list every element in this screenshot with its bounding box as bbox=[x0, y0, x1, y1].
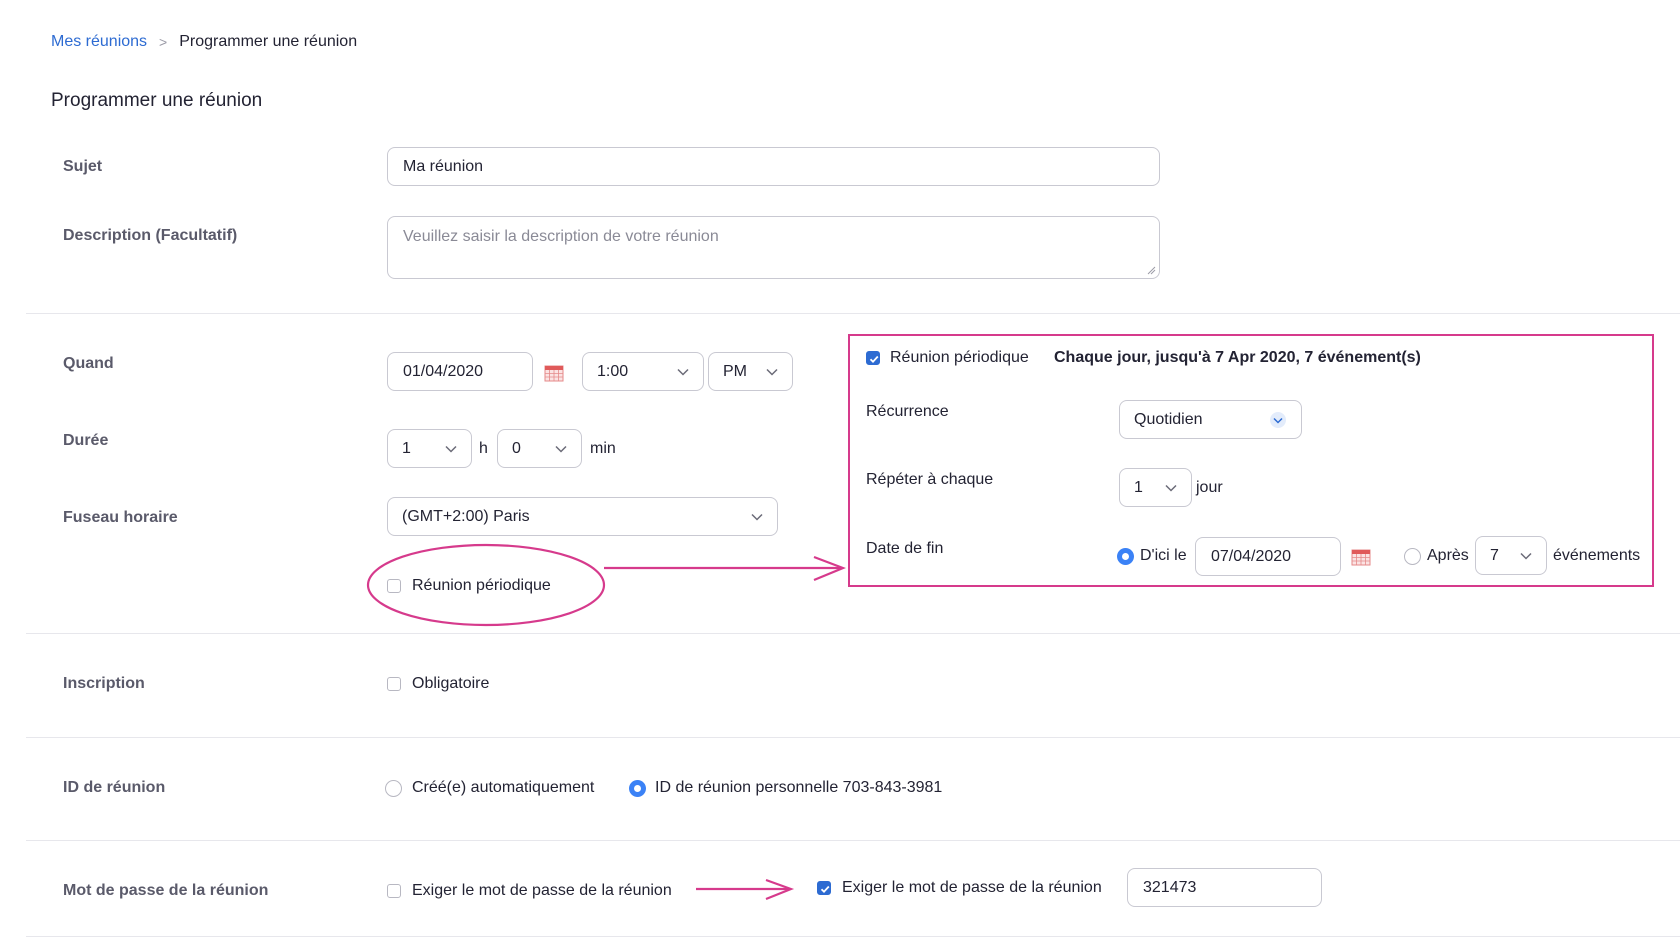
calendar-icon[interactable] bbox=[544, 364, 564, 382]
calendar-icon[interactable] bbox=[1351, 548, 1371, 566]
section-divider bbox=[26, 633, 1680, 634]
annotation-ellipse bbox=[366, 543, 606, 627]
meeting-id-personal-label[interactable]: ID de réunion personnelle 703-843-3981 bbox=[655, 779, 942, 797]
meeting-id-auto-radio[interactable] bbox=[385, 780, 402, 797]
recurrence-label: Récurrence bbox=[866, 403, 949, 420]
duration-minutes-value: 0 bbox=[512, 439, 521, 457]
repeat-unit: jour bbox=[1196, 479, 1223, 496]
duration-label: Durée bbox=[63, 432, 109, 449]
chevron-down-icon bbox=[1520, 552, 1532, 560]
duration-minutes-select[interactable]: 0 bbox=[497, 429, 582, 468]
checkmark-icon bbox=[869, 355, 879, 363]
chevron-down-icon bbox=[766, 368, 778, 376]
timezone-select[interactable]: (GMT+2:00) Paris bbox=[387, 497, 778, 536]
checkmark-icon bbox=[820, 885, 830, 893]
password-input[interactable]: 321473 bbox=[1127, 868, 1322, 907]
registration-label: Inscription bbox=[63, 675, 145, 692]
ampm-select[interactable]: PM bbox=[708, 352, 793, 391]
repeat-select[interactable]: 1 bbox=[1119, 468, 1192, 507]
recurrence-value: Quotidien bbox=[1134, 410, 1203, 428]
end-by-date-input[interactable]: 07/04/2020 bbox=[1195, 537, 1341, 576]
description-placeholder: Veuillez saisir la description de votre … bbox=[403, 228, 719, 245]
chevron-down-icon bbox=[1165, 484, 1177, 492]
topic-label: Sujet bbox=[63, 158, 103, 175]
section-divider bbox=[26, 313, 1680, 314]
chevron-down-icon bbox=[555, 445, 567, 453]
end-after-radio[interactable] bbox=[1404, 548, 1421, 565]
chevron-down-icon bbox=[445, 445, 457, 453]
chevron-down-icon bbox=[677, 368, 689, 376]
annotation-arrow-icon bbox=[604, 555, 846, 582]
duration-minutes-unit: min bbox=[590, 440, 616, 457]
chevron-down-circle-icon bbox=[1270, 411, 1286, 428]
annotation-arrow-icon bbox=[696, 878, 795, 901]
duration-hours-unit: h bbox=[479, 440, 488, 457]
breadcrumb-link-my-meetings[interactable]: Mes réunions bbox=[51, 33, 147, 51]
registration-checkbox[interactable] bbox=[387, 677, 401, 691]
timezone-label: Fuseau horaire bbox=[63, 509, 178, 526]
topic-value: Ma réunion bbox=[403, 157, 484, 175]
date-input[interactable]: 01/04/2020 bbox=[387, 352, 533, 391]
recurring-panel-checkbox-label[interactable]: Réunion périodique bbox=[890, 349, 1029, 367]
repeat-value: 1 bbox=[1134, 478, 1143, 496]
duration-hours-select[interactable]: 1 bbox=[387, 429, 472, 468]
repeat-label: Répéter à chaque bbox=[866, 471, 994, 488]
description-label: Description (Facultatif) bbox=[63, 227, 238, 244]
breadcrumb-separator: > bbox=[159, 34, 168, 50]
section-divider bbox=[26, 840, 1680, 841]
password-checkbox-checked[interactable] bbox=[817, 881, 831, 895]
time-value: 1:00 bbox=[597, 362, 629, 380]
ampm-value: PM bbox=[723, 362, 747, 380]
end-after-label[interactable]: Après bbox=[1427, 547, 1469, 565]
password-label: Mot de passe de la réunion bbox=[63, 882, 269, 899]
description-textarea[interactable]: Veuillez saisir la description de votre … bbox=[387, 216, 1160, 279]
end-by-label[interactable]: D'ici le bbox=[1140, 547, 1187, 565]
breadcrumb-current: Programmer une réunion bbox=[179, 33, 358, 50]
time-select[interactable]: 1:00 bbox=[582, 352, 704, 391]
end-after-unit: événements bbox=[1553, 547, 1641, 564]
timezone-value: (GMT+2:00) Paris bbox=[402, 507, 530, 525]
recurrence-summary: Chaque jour, jusqu'à 7 Apr 2020, 7 événe… bbox=[1054, 349, 1421, 366]
breadcrumb: Mes réunions > Programmer une réunion bbox=[51, 33, 357, 51]
password-checkbox-checked-label[interactable]: Exiger le mot de passe de la réunion bbox=[842, 879, 1102, 897]
meeting-id-personal-radio[interactable] bbox=[629, 780, 646, 797]
end-date-label: Date de fin bbox=[866, 540, 944, 557]
chevron-down-icon bbox=[751, 513, 763, 521]
topic-input[interactable]: Ma réunion bbox=[387, 147, 1160, 186]
section-divider bbox=[26, 936, 1680, 937]
registration-checkbox-label[interactable]: Obligatoire bbox=[412, 675, 489, 693]
password-checkbox[interactable] bbox=[387, 884, 401, 898]
meeting-id-label: ID de réunion bbox=[63, 779, 166, 796]
resize-grip-icon[interactable] bbox=[1146, 265, 1156, 275]
when-label: Quand bbox=[63, 355, 114, 372]
password-checkbox-label[interactable]: Exiger le mot de passe de la réunion bbox=[412, 882, 672, 900]
section-divider bbox=[26, 737, 1680, 738]
end-by-date-value: 07/04/2020 bbox=[1211, 547, 1292, 565]
end-after-select[interactable]: 7 bbox=[1475, 536, 1547, 575]
page-title: Programmer une réunion bbox=[51, 90, 263, 111]
end-by-radio[interactable] bbox=[1117, 548, 1134, 565]
recurrence-select[interactable]: Quotidien bbox=[1119, 400, 1302, 439]
password-value: 321473 bbox=[1143, 878, 1197, 896]
duration-hours-value: 1 bbox=[402, 439, 411, 457]
recurring-panel-checkbox[interactable] bbox=[866, 351, 880, 365]
end-after-value: 7 bbox=[1490, 546, 1499, 564]
meeting-id-auto-label[interactable]: Créé(e) automatiquement bbox=[412, 779, 594, 797]
date-value: 01/04/2020 bbox=[403, 362, 484, 380]
